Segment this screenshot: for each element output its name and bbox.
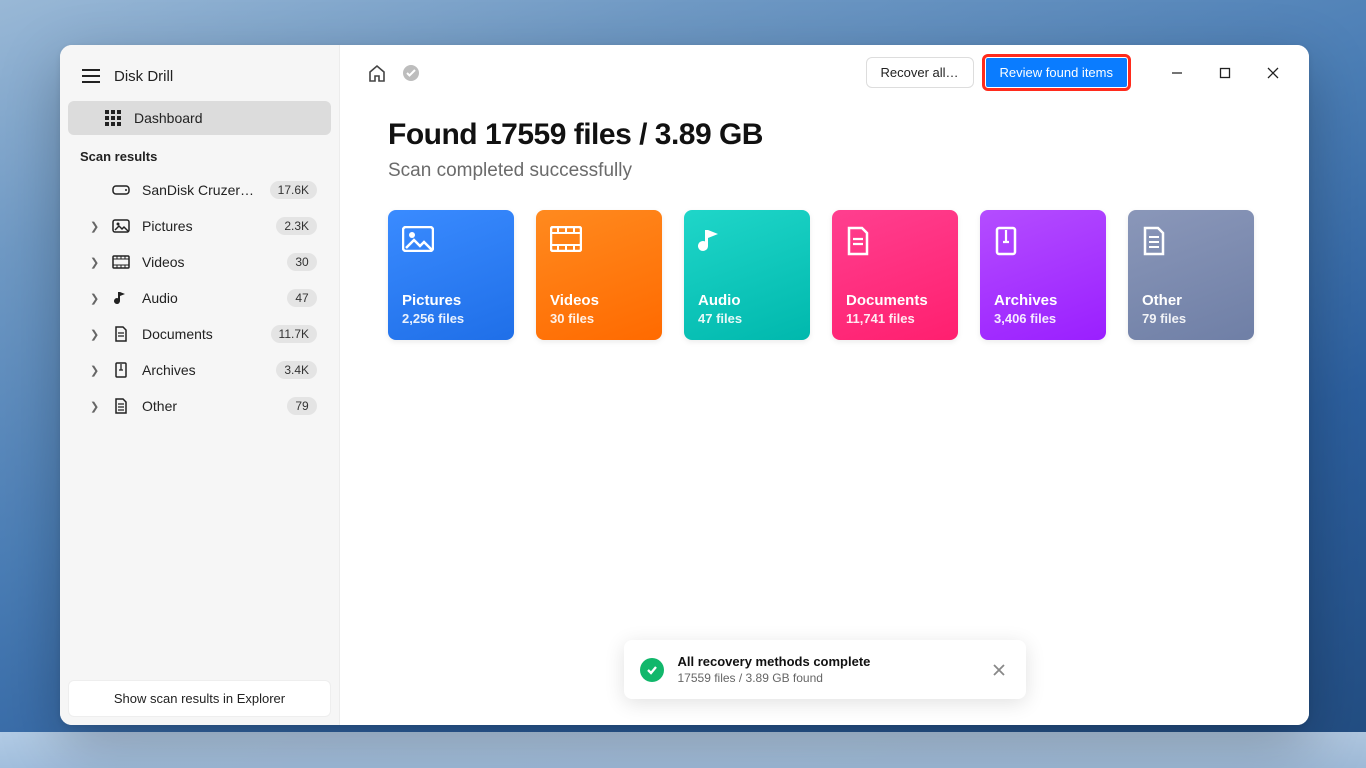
sidebar-item-audio[interactable]: ❯ Audio 47 bbox=[68, 280, 331, 316]
tile-count: 79 files bbox=[1142, 311, 1240, 326]
sidebar-item-label: Videos bbox=[142, 254, 275, 270]
tile-videos[interactable]: Videos 30 files bbox=[536, 210, 662, 340]
film-icon bbox=[550, 226, 648, 264]
count-badge: 79 bbox=[287, 397, 317, 415]
tile-other[interactable]: Other 79 files bbox=[1128, 210, 1254, 340]
sidebar-item-pictures[interactable]: ❯ Pictures 2.3K bbox=[68, 208, 331, 244]
sidebar-item-label: Other bbox=[142, 398, 275, 414]
tile-name: Archives bbox=[994, 292, 1092, 309]
app-window: Disk Drill Dashboard Scan results SanDis… bbox=[60, 45, 1309, 725]
tile-archives[interactable]: Archives 3,406 files bbox=[980, 210, 1106, 340]
hamburger-icon[interactable] bbox=[80, 65, 102, 87]
drive-icon bbox=[112, 184, 130, 196]
sidebar: Disk Drill Dashboard Scan results SanDis… bbox=[60, 45, 340, 725]
sidebar-item-documents[interactable]: ❯ Documents 11.7K bbox=[68, 316, 331, 352]
tile-name: Other bbox=[1142, 292, 1240, 309]
music-note-icon bbox=[112, 290, 130, 306]
grid-icon bbox=[104, 110, 122, 126]
maximize-button[interactable] bbox=[1207, 59, 1243, 87]
chevron-right-icon: ❯ bbox=[90, 364, 99, 377]
sidebar-item-device[interactable]: SanDisk Cruzer Blade… 17.6K bbox=[68, 172, 331, 208]
sidebar-section-scan-results: Scan results bbox=[60, 135, 339, 172]
count-badge: 11.7K bbox=[271, 325, 317, 343]
chevron-right-icon: ❯ bbox=[90, 220, 99, 233]
archive-icon bbox=[112, 362, 130, 378]
page-subtitle: Scan completed successfully bbox=[388, 160, 1261, 182]
toast-subtitle: 17559 files / 3.89 GB found bbox=[678, 671, 974, 685]
picture-icon bbox=[112, 219, 130, 233]
sidebar-item-label: Archives bbox=[142, 362, 264, 378]
sidebar-header: Disk Drill bbox=[60, 53, 339, 101]
toast-title: All recovery methods complete bbox=[678, 654, 974, 669]
category-tiles: Pictures 2,256 files Videos 30 files Aud… bbox=[388, 210, 1261, 340]
tile-name: Videos bbox=[550, 292, 648, 309]
tile-count: 3,406 files bbox=[994, 311, 1092, 326]
tile-name: Pictures bbox=[402, 292, 500, 309]
sidebar-item-label: Pictures bbox=[142, 218, 264, 234]
file-icon bbox=[1142, 226, 1240, 264]
archive-icon bbox=[994, 226, 1092, 264]
tile-name: Audio bbox=[698, 292, 796, 309]
sidebar-item-videos[interactable]: ❯ Videos 30 bbox=[68, 244, 331, 280]
tile-name: Documents bbox=[846, 292, 944, 309]
tile-count: 11,741 files bbox=[846, 311, 944, 326]
shield-check-icon[interactable] bbox=[400, 62, 422, 84]
chevron-right-icon: ❯ bbox=[90, 292, 99, 305]
recover-all-label: Recover all… bbox=[881, 65, 959, 80]
home-icon[interactable] bbox=[366, 62, 388, 84]
show-in-explorer-label: Show scan results in Explorer bbox=[114, 691, 285, 706]
tile-count: 2,256 files bbox=[402, 311, 500, 326]
tile-documents[interactable]: Documents 11,741 files bbox=[832, 210, 958, 340]
toast-body: All recovery methods complete 17559 file… bbox=[678, 654, 974, 685]
count-badge: 17.6K bbox=[270, 181, 317, 199]
sidebar-item-other[interactable]: ❯ Other 79 bbox=[68, 388, 331, 424]
chevron-right-icon: ❯ bbox=[90, 400, 99, 413]
chevron-right-icon: ❯ bbox=[90, 256, 99, 269]
tile-count: 47 files bbox=[698, 311, 796, 326]
page-title: Found 17559 files / 3.89 GB bbox=[388, 118, 1261, 152]
review-found-items-label: Review found items bbox=[1000, 65, 1113, 80]
sidebar-item-label: Audio bbox=[142, 290, 275, 306]
content: Found 17559 files / 3.89 GB Scan complet… bbox=[340, 96, 1309, 340]
count-badge: 30 bbox=[287, 253, 317, 271]
sidebar-item-dashboard[interactable]: Dashboard bbox=[68, 101, 331, 135]
count-badge: 3.4K bbox=[276, 361, 317, 379]
minimize-button[interactable] bbox=[1159, 59, 1195, 87]
app-title: Disk Drill bbox=[114, 68, 173, 85]
document-icon bbox=[112, 326, 130, 342]
sidebar-item-label: Dashboard bbox=[134, 110, 317, 126]
review-found-items-button[interactable]: Review found items bbox=[986, 58, 1127, 87]
check-circle-icon bbox=[640, 658, 664, 682]
picture-icon bbox=[402, 226, 500, 264]
music-note-icon bbox=[698, 226, 796, 264]
close-button[interactable] bbox=[1255, 59, 1291, 87]
count-badge: 2.3K bbox=[276, 217, 317, 235]
chevron-right-icon: ❯ bbox=[90, 328, 99, 341]
topbar: Recover all… Review found items bbox=[340, 45, 1309, 96]
recover-all-button[interactable]: Recover all… bbox=[866, 57, 974, 88]
show-in-explorer-button[interactable]: Show scan results in Explorer bbox=[68, 680, 331, 717]
taskbar bbox=[0, 732, 1366, 768]
tile-audio[interactable]: Audio 47 files bbox=[684, 210, 810, 340]
file-icon bbox=[112, 398, 130, 414]
document-icon bbox=[846, 226, 944, 264]
toast-notification: All recovery methods complete 17559 file… bbox=[624, 640, 1026, 699]
sidebar-item-archives[interactable]: ❯ Archives 3.4K bbox=[68, 352, 331, 388]
sidebar-item-label: Documents bbox=[142, 326, 259, 342]
count-badge: 47 bbox=[287, 289, 317, 307]
film-icon bbox=[112, 255, 130, 269]
close-icon[interactable] bbox=[988, 659, 1010, 681]
sidebar-item-label: SanDisk Cruzer Blade… bbox=[142, 182, 258, 198]
main-panel: Recover all… Review found items Found 17… bbox=[340, 45, 1309, 725]
tile-pictures[interactable]: Pictures 2,256 files bbox=[388, 210, 514, 340]
tile-count: 30 files bbox=[550, 311, 648, 326]
